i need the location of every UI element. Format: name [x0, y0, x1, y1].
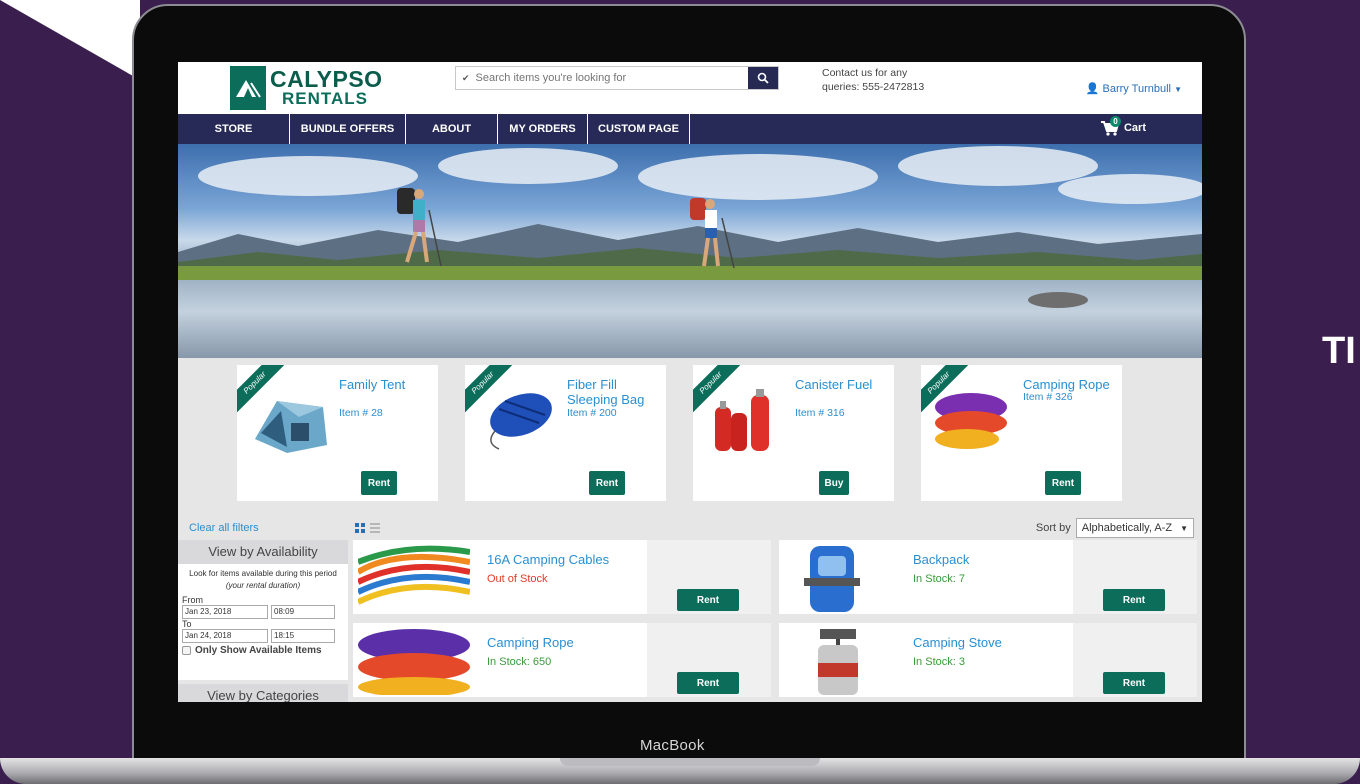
from-label: From — [182, 595, 203, 605]
app-screen: CALYPSO RENTALS ✔ Contact us for any que… — [178, 62, 1202, 702]
backpack-image — [784, 542, 896, 612]
nav-item-my-orders[interactable]: MY ORDERS — [498, 114, 588, 144]
view-toggle — [355, 523, 380, 533]
product-card[interactable]: Camping Rope In Stock: 650 Rent — [353, 623, 771, 697]
sleeping-bag-icon — [490, 393, 552, 450]
chevron-down-icon[interactable]: ✔ — [456, 67, 470, 89]
site-header: CALYPSO RENTALS ✔ Contact us for any que… — [178, 62, 1202, 114]
sort-select[interactable]: Alphabetically, A-Z ▼ — [1075, 518, 1194, 538]
user-menu[interactable]: 👤 Barry Turnbull ▼ — [1086, 82, 1182, 95]
grid-view-icon[interactable] — [355, 523, 365, 533]
to-date-input[interactable]: Jan 24, 2018 — [182, 629, 268, 643]
hero-banner-image — [178, 144, 1202, 358]
featured-card[interactable]: Popular Canister Fuel Item # 316 Buy — [693, 365, 894, 501]
laptop-notch — [560, 758, 820, 766]
stock-status: Out of Stock — [487, 573, 548, 585]
only-available-checkbox[interactable] — [182, 646, 191, 655]
main-nav: STORE BUNDLE OFFERS ABOUT MY ORDERS CUST… — [178, 114, 1202, 144]
caret-down-icon: ▼ — [1180, 523, 1188, 533]
user-name: Barry Turnbull — [1102, 83, 1172, 95]
stock-status: In Stock: 3 — [913, 656, 965, 668]
rent-button[interactable]: Rent — [1103, 589, 1165, 611]
rent-button[interactable]: Rent — [677, 672, 739, 694]
filter-sidebar: View by Availability Look for items avai… — [178, 540, 348, 702]
featured-name[interactable]: Camping Rope — [1023, 377, 1119, 392]
tent-icon — [255, 401, 327, 453]
availability-note-italic: (your rental duration) — [225, 581, 301, 590]
availability-note: Look for items available during this per… — [182, 568, 344, 592]
search-bar: ✔ — [455, 66, 779, 90]
nav-item-about[interactable]: ABOUT — [406, 114, 498, 144]
to-time-input[interactable]: 18:15 — [271, 629, 335, 643]
featured-name[interactable]: Fiber Fill Sleeping Bag — [567, 377, 663, 407]
product-name[interactable]: 16A Camping Cables — [487, 552, 609, 567]
logo-subtitle: RENTALS — [282, 89, 369, 108]
categories-heading[interactable]: View by Categories — [178, 684, 348, 702]
sort-control: Sort by Alphabetically, A-Z ▼ — [1036, 518, 1194, 538]
listing-content: View by Availability Look for items avai… — [178, 538, 1202, 702]
cart-count-badge: 0 — [1109, 116, 1121, 127]
fuel-bottle-icon — [715, 389, 769, 451]
featured-card[interactable]: Popular Family Tent Item # 28 Rent — [237, 365, 438, 501]
to-label: To — [182, 619, 192, 629]
search-icon — [757, 72, 769, 84]
featured-products: Popular Family Tent Item # 28 Rent Popul… — [178, 358, 1202, 514]
background-accent-shape — [0, 0, 140, 80]
device-label: MacBook — [640, 737, 705, 754]
list-view-icon[interactable] — [370, 523, 380, 533]
caret-down-icon: ▼ — [1174, 85, 1182, 94]
search-input[interactable] — [469, 67, 748, 89]
stock-status: In Stock: 650 — [487, 656, 552, 668]
contact-info: Contact us for any queries: 555-2472813 — [822, 67, 925, 93]
cart-label: Cart — [1123, 122, 1146, 134]
rent-button[interactable]: Rent — [589, 471, 625, 495]
nav-item-bundle-offers[interactable]: BUNDLE OFFERS — [290, 114, 406, 144]
availability-heading[interactable]: View by Availability — [178, 540, 348, 564]
clear-filters-link[interactable]: Clear all filters — [189, 522, 259, 534]
product-name[interactable]: Camping Stove — [913, 635, 1002, 650]
background-title-fragment: TI — [1322, 330, 1356, 372]
cart-button[interactable]: 0 Cart — [1100, 116, 1146, 136]
product-card[interactable]: Camping Stove In Stock: 3 Rent — [779, 623, 1197, 697]
sort-label: Sort by — [1035, 522, 1071, 534]
availability-panel: Look for items available during this per… — [178, 564, 348, 680]
product-name[interactable]: Backpack — [913, 552, 969, 567]
cart-icon: 0 — [1100, 116, 1121, 136]
stock-status: In Stock: 7 — [913, 573, 965, 585]
from-time-input[interactable]: 08:09 — [271, 605, 335, 619]
nav-item-custom-page[interactable]: CUSTOM PAGE — [588, 114, 690, 144]
featured-item-number: Item # 28 — [339, 407, 383, 419]
nav-item-store[interactable]: STORE — [178, 114, 290, 144]
buy-button[interactable]: Buy — [819, 471, 849, 495]
product-card[interactable]: Backpack In Stock: 7 Rent — [779, 540, 1197, 614]
search-button[interactable] — [748, 67, 778, 89]
tent-logo-icon[interactable] — [230, 66, 266, 110]
rent-button[interactable]: Rent — [1103, 672, 1165, 694]
from-date-input[interactable]: Jan 23, 2018 — [182, 605, 268, 619]
rent-button[interactable]: Rent — [361, 471, 397, 495]
rope-image — [358, 625, 470, 695]
rent-button[interactable]: Rent — [677, 589, 739, 611]
featured-item-number: Item # 326 — [1023, 391, 1073, 403]
cables-image — [358, 542, 470, 612]
stove-image — [784, 625, 896, 695]
sort-value: Alphabetically, A-Z — [1081, 522, 1173, 534]
rope-icon — [935, 393, 1007, 449]
user-icon: 👤 — [1085, 83, 1100, 95]
featured-card[interactable]: Popular Fiber Fill Sleeping Bag Item # 2… — [465, 365, 666, 501]
product-name[interactable]: Camping Rope — [487, 635, 574, 650]
featured-card[interactable]: Popular Camping Rope Item # 326 Rent — [921, 365, 1122, 501]
rent-button[interactable]: Rent — [1045, 471, 1081, 495]
only-available-label[interactable]: Only Show Available Items — [195, 645, 322, 656]
featured-item-number: Item # 200 — [567, 407, 617, 419]
featured-name[interactable]: Family Tent — [339, 377, 435, 392]
featured-name[interactable]: Canister Fuel — [795, 377, 891, 392]
product-card[interactable]: 16A Camping Cables Out of Stock Rent — [353, 540, 771, 614]
featured-item-number: Item # 316 — [795, 407, 845, 419]
